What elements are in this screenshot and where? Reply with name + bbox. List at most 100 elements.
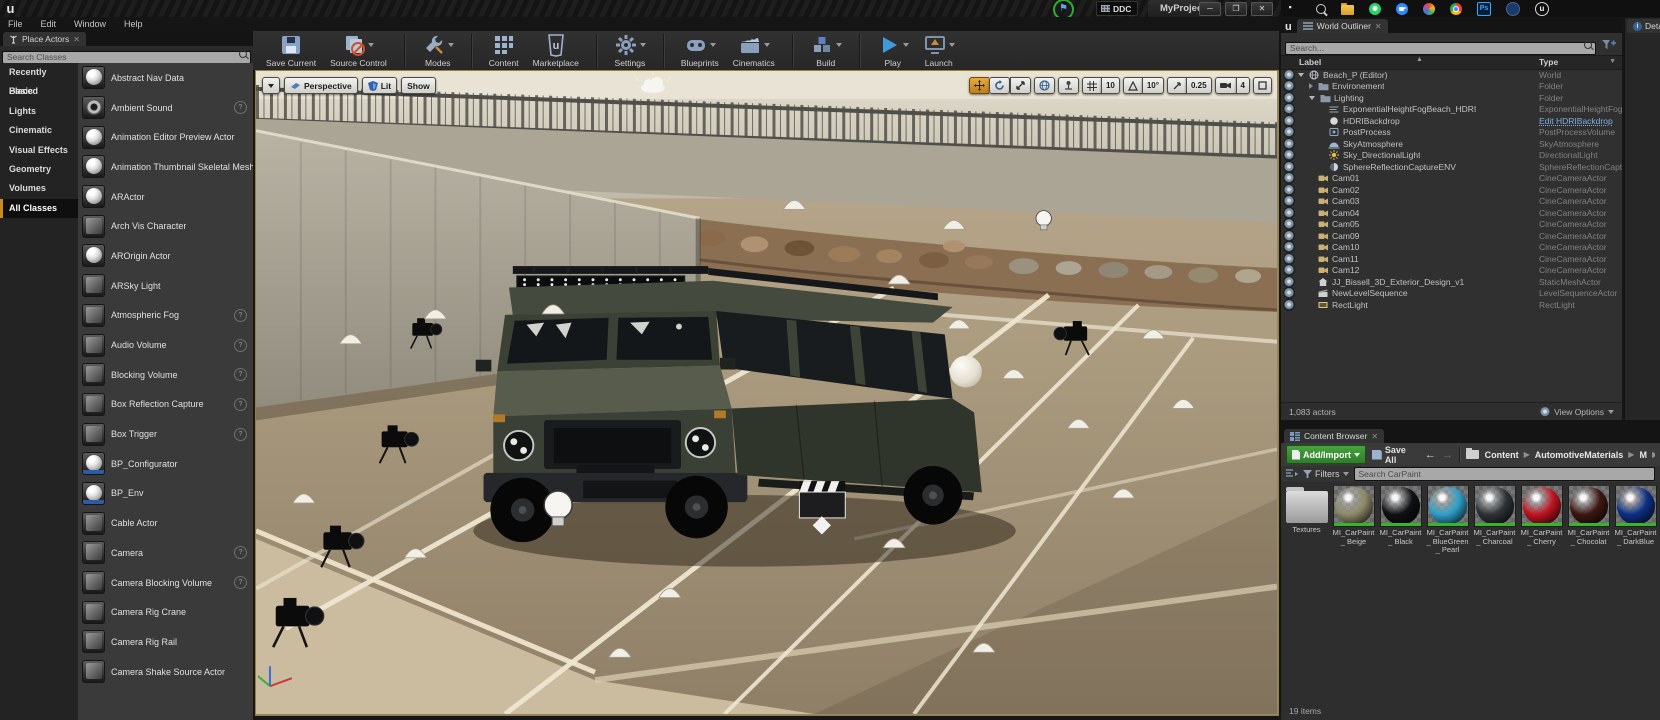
outliner-row[interactable]: RectLight RectLight: [1281, 299, 1622, 311]
toolbar-blueprints-button[interactable]: Blueprints: [674, 32, 726, 69]
actor-list-item[interactable]: Box Reflection Capture: [78, 390, 253, 420]
translate-tool-button[interactable]: [968, 77, 989, 94]
visibility-eye-icon[interactable]: [1284, 92, 1294, 103]
world-local-toggle-button[interactable]: [1033, 77, 1055, 94]
grid-snap-value[interactable]: 10: [1100, 77, 1120, 94]
help-icon[interactable]: [234, 546, 247, 560]
taskbar-start-icon[interactable]: [1289, 6, 1292, 9]
close-tab-icon[interactable]: ✕: [73, 35, 80, 44]
actor-list-item[interactable]: Arch Vis Character: [78, 211, 253, 241]
outliner-row[interactable]: ExponentialHeightFogBeach_HDRI Exponenti…: [1281, 104, 1622, 116]
tab-place-actors[interactable]: Place Actors ✕: [3, 32, 86, 46]
outliner-row[interactable]: Cam04 CineCameraActor: [1281, 207, 1622, 219]
visibility-eye-icon[interactable]: [1284, 288, 1294, 299]
scale-snap-button[interactable]: [1166, 77, 1186, 94]
actor-list-item[interactable]: Camera Rig Rail: [78, 627, 253, 657]
visibility-eye-icon[interactable]: [1284, 161, 1294, 172]
outliner-row[interactable]: Beach_P (Editor) World: [1281, 69, 1622, 81]
outliner-row[interactable]: Cam02 CineCameraActor: [1281, 184, 1622, 196]
outliner-row[interactable]: PostProcess PostProcessVolume: [1281, 127, 1622, 139]
asset-tile[interactable]: MI_CarPaint_ BlueGreen_ Pearl: [1426, 486, 1469, 555]
toolbar-content-button[interactable]: Content: [482, 32, 526, 69]
label-column-header[interactable]: Label: [1299, 57, 1321, 67]
category-basic[interactable]: Basic: [0, 82, 78, 101]
toolbar-save-current-button[interactable]: Save Current: [259, 32, 323, 69]
viewport-scene[interactable]: [255, 71, 1278, 716]
visibility-eye-icon[interactable]: [1284, 219, 1294, 230]
restore-button[interactable]: ❐: [1225, 2, 1247, 16]
outliner-row[interactable]: Cam12 CineCameraActor: [1281, 265, 1622, 277]
toolbar-marketplace-button[interactable]: u Marketplace: [526, 32, 586, 69]
outliner-row[interactable]: Lighting Folder: [1281, 92, 1622, 104]
actor-list-item[interactable]: Camera Rig Crane: [78, 597, 253, 627]
toolbar-modes-button[interactable]: Modes: [415, 32, 461, 69]
asset-tile[interactable]: MI_CarPaint_ Beige: [1332, 486, 1375, 546]
category-visual-effects[interactable]: Visual Effects: [0, 141, 78, 160]
help-icon[interactable]: [234, 368, 247, 382]
rotate-tool-button[interactable]: [988, 77, 1010, 94]
actor-list-item[interactable]: Animation Thumbnail Skeletal Mesh: [78, 152, 253, 182]
visibility-eye-icon[interactable]: [1284, 196, 1294, 207]
visibility-eye-icon[interactable]: [1284, 184, 1294, 195]
rotation-snap-value[interactable]: 10°: [1141, 77, 1164, 94]
grid-snap-button[interactable]: [1081, 77, 1101, 94]
actor-list-item[interactable]: Atmospheric Fog: [78, 301, 253, 331]
back-button[interactable]: ←: [1425, 449, 1436, 461]
actor-list-item[interactable]: ARSky Light: [78, 271, 253, 301]
outliner-row[interactable]: Cam05 CineCameraActor: [1281, 219, 1622, 231]
forward-button[interactable]: →: [1442, 449, 1453, 461]
lit-mode-button[interactable]: Lit: [361, 77, 398, 94]
outliner-row[interactable]: HDRIBackdrop Edit HDRIBackdrop: [1281, 115, 1622, 127]
visibility-eye-icon[interactable]: [1284, 265, 1294, 276]
visibility-eye-icon[interactable]: [1284, 299, 1294, 310]
actor-list-item[interactable]: Abstract Nav Data: [78, 63, 253, 93]
visibility-eye-icon[interactable]: [1284, 276, 1294, 287]
edit-hdribackdrop-link[interactable]: Edit HDRIBackdrop: [1539, 116, 1613, 126]
actor-list-item[interactable]: BP_Configurator: [78, 449, 253, 479]
visibility-eye-icon[interactable]: [1284, 115, 1294, 126]
panel-divider-horizontal[interactable]: [1281, 420, 1660, 428]
view-options-button[interactable]: View Options: [1540, 406, 1614, 417]
outliner-row[interactable]: Cam09 CineCameraActor: [1281, 230, 1622, 242]
asset-tile[interactable]: MI_CarPaint_ DarkBlue: [1614, 486, 1657, 546]
help-icon[interactable]: [234, 427, 247, 441]
save-all-button[interactable]: Save All: [1372, 445, 1419, 465]
viewport-options-dropdown[interactable]: [262, 77, 280, 94]
tab-content-browser[interactable]: Content Browser ✕: [1284, 429, 1385, 443]
visibility-eye-icon[interactable]: [1284, 253, 1294, 264]
actor-list-item[interactable]: Ambient Sound: [78, 93, 253, 123]
taskbar-file-explorer-icon[interactable]: [1341, 2, 1354, 15]
camera-speed-button[interactable]: [1214, 77, 1236, 94]
rotation-snap-button[interactable]: [1122, 77, 1142, 94]
maximize-viewport-button[interactable]: [1253, 77, 1272, 94]
actor-list-item[interactable]: Animation Editor Preview Actor: [78, 122, 253, 152]
type-column-header[interactable]: Type: [1539, 57, 1558, 67]
taskbar-photoshop-icon[interactable]: Ps: [1477, 1, 1491, 16]
actor-list-item[interactable]: Audio Volume: [78, 330, 253, 360]
outliner-row[interactable]: NewLevelSequence LevelSequenceActor: [1281, 288, 1622, 300]
perspective-button[interactable]: Perspective: [284, 77, 358, 94]
asset-tile[interactable]: MI_CarPaint_ Black: [1379, 486, 1422, 546]
actor-list-item[interactable]: Camera: [78, 538, 253, 568]
visibility-eye-icon[interactable]: [1284, 127, 1294, 138]
actor-list-item[interactable]: Box Trigger: [78, 419, 253, 449]
visibility-eye-icon[interactable]: [1284, 207, 1294, 218]
panel-divider[interactable]: [1279, 18, 1281, 720]
visibility-eye-icon[interactable]: [1284, 104, 1294, 115]
outliner-row[interactable]: SkyAtmosphere SkyAtmosphere: [1281, 138, 1622, 150]
actor-list-item[interactable]: BP_Env: [78, 479, 253, 509]
filters-button[interactable]: Filters: [1303, 469, 1349, 479]
category-cinematic[interactable]: Cinematic: [0, 121, 78, 140]
actor-list-item[interactable]: AROrigin Actor: [78, 241, 253, 271]
outliner-row[interactable]: Cam11 CineCameraActor: [1281, 253, 1622, 265]
outliner-row[interactable]: SphereReflectionCaptureENV SphereReflect…: [1281, 161, 1622, 173]
help-icon[interactable]: [234, 101, 247, 115]
level-viewport[interactable]: Perspective Lit Show 10 10° 0.25 4: [255, 70, 1279, 716]
menu-file[interactable]: File: [8, 19, 23, 29]
asset-tile[interactable]: Textures: [1285, 486, 1328, 535]
help-icon[interactable]: [234, 397, 247, 411]
toolbar-build-button[interactable]: Build: [803, 32, 849, 69]
taskbar-unreal-icon[interactable]: u: [1535, 1, 1549, 16]
category-geometry[interactable]: Geometry: [0, 160, 78, 179]
tab-world-outliner[interactable]: World Outliner ✕: [1296, 19, 1388, 33]
